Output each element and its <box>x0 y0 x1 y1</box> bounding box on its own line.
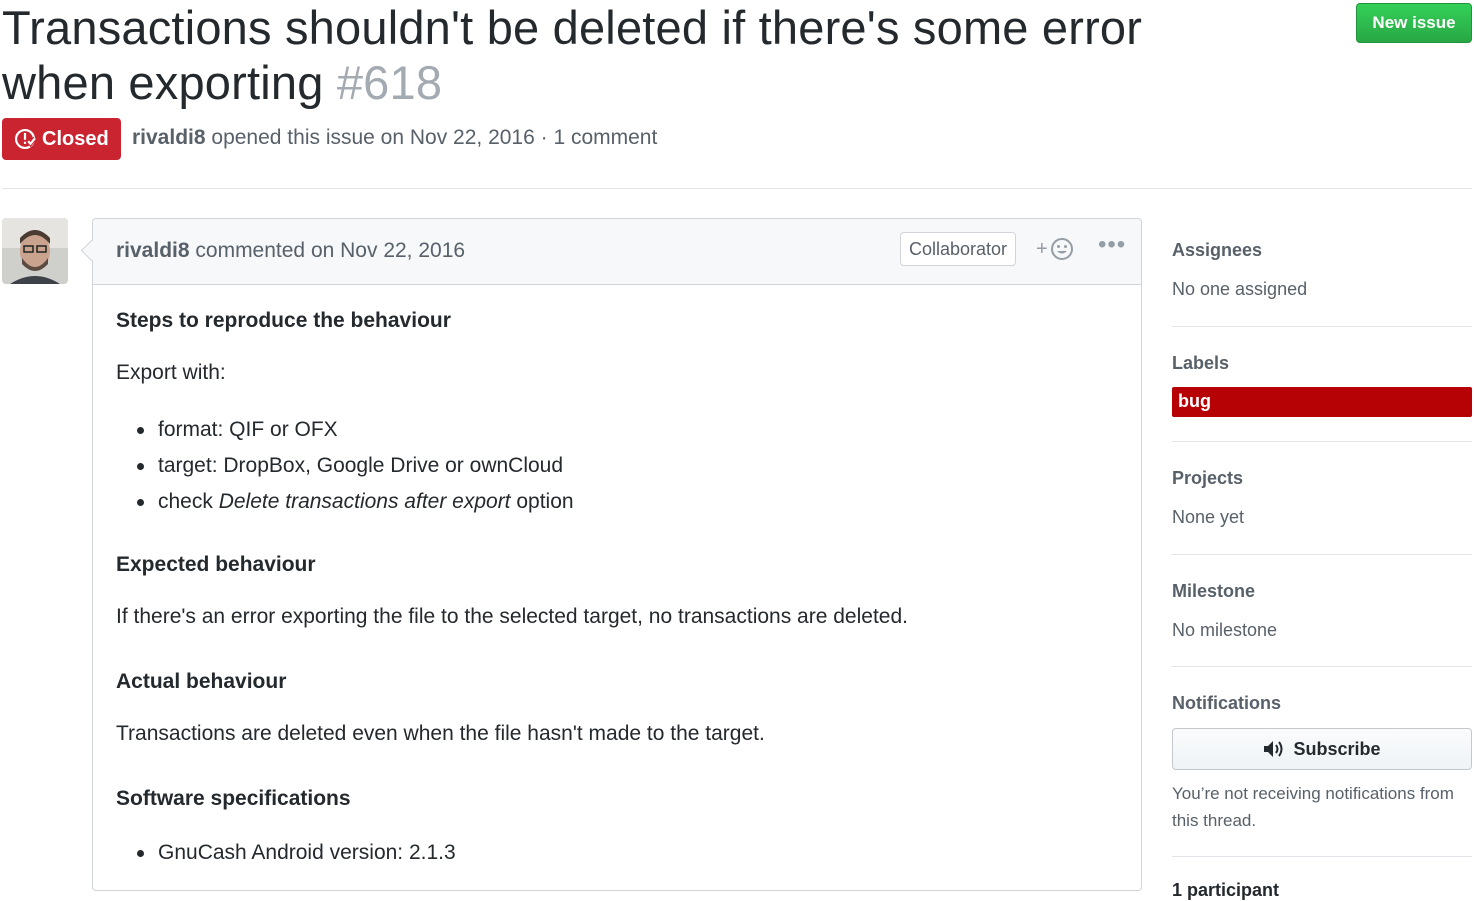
list-item-text: target: DropBox, Google Drive or ownClou… <box>158 454 564 477</box>
steps-heading: Steps to reproduce the behaviour <box>116 309 451 332</box>
collaborator-badge: Collaborator <box>900 232 1017 266</box>
participants-section: 1 participant <box>1172 880 1472 901</box>
comment: rivaldi8 commented on Nov 22, 2016 Colla… <box>92 218 1142 891</box>
header-divider <box>2 188 1472 189</box>
comment-header: rivaldi8 commented on Nov 22, 2016 Colla… <box>93 219 1141 285</box>
issue-opened-text: opened this issue on Nov 22, 2016 · 1 co… <box>211 126 658 149</box>
assignees-section: Assignees No one assigned <box>1172 240 1472 300</box>
comment-author-link[interactable]: rivaldi8 <box>116 239 190 262</box>
expected-heading: Expected behaviour <box>116 553 316 576</box>
issue-number: #618 <box>336 56 443 109</box>
export-with-text: Export with: <box>116 361 226 384</box>
software-list: GnuCash Android version: 2.1.3 <box>116 835 456 871</box>
notifications-note: You’re not receiving notifications from … <box>1172 784 1454 830</box>
milestone-heading[interactable]: Milestone <box>1172 581 1472 602</box>
issue-author-link[interactable]: rivaldi8 <box>132 126 206 149</box>
issue-title: Transactions shouldn't be deleted if the… <box>2 0 1202 110</box>
projects-value: None yet <box>1172 507 1245 527</box>
list-item-prefix: check <box>158 490 219 513</box>
steps-list: format: QIF or OFX target: DropBox, Goog… <box>116 412 574 520</box>
projects-section: Projects None yet <box>1172 468 1472 528</box>
subscribe-button[interactable]: Subscribe <box>1172 728 1472 770</box>
status-label: Closed <box>42 127 109 150</box>
notifications-heading: Notifications <box>1172 693 1282 713</box>
assignees-heading[interactable]: Assignees <box>1172 240 1472 261</box>
subscribe-label: Subscribe <box>1293 738 1381 759</box>
projects-heading[interactable]: Projects <box>1172 468 1472 489</box>
milestone-section: Milestone No milestone <box>1172 581 1472 641</box>
participants-heading: 1 participant <box>1172 880 1280 900</box>
labels-heading[interactable]: Labels <box>1172 353 1472 374</box>
comment-byline: rivaldi8 commented on Nov 22, 2016 <box>116 239 465 263</box>
software-heading: Software specifications <box>116 787 351 810</box>
more-options-icon[interactable]: ••• <box>1098 231 1126 259</box>
list-item-emphasis: Delete transactions after export <box>218 490 511 513</box>
milestone-value: No milestone <box>1172 620 1278 640</box>
unmute-icon <box>1264 741 1283 757</box>
list-item: GnuCash Android version: 2.1.3 <box>116 835 456 871</box>
notifications-section: Notifications Subscribe You’re not recei… <box>1172 693 1472 834</box>
issue-title-text: Transactions shouldn't be deleted if the… <box>2 1 1143 109</box>
labels-section: Labels bug <box>1172 353 1472 417</box>
status-badge: Closed <box>2 118 121 160</box>
list-item-suffix: option <box>510 490 574 513</box>
expected-text: If there's an error exporting the file t… <box>116 605 908 628</box>
issue-closed-icon <box>14 128 36 150</box>
sidebar-divider <box>1172 441 1472 442</box>
list-item-text: GnuCash Android version: 2.1.3 <box>158 841 456 864</box>
list-item: target: DropBox, Google Drive or ownClou… <box>116 448 574 484</box>
avatar-image <box>2 218 68 284</box>
plus-icon: + <box>1036 237 1048 260</box>
list-item: check Delete transactions after export o… <box>116 484 574 520</box>
add-reaction-button[interactable]: + <box>1036 237 1074 261</box>
smiley-icon <box>1050 238 1073 260</box>
avatar[interactable] <box>2 218 68 284</box>
actual-text: Transactions are deleted even when the f… <box>116 722 765 745</box>
list-item: format: QIF or OFX <box>116 412 574 448</box>
label-bug[interactable]: bug <box>1172 387 1472 417</box>
sidebar-divider <box>1172 856 1472 857</box>
new-issue-button[interactable]: New issue <box>1356 3 1472 43</box>
comment-timestamp[interactable]: commented on Nov 22, 2016 <box>195 239 465 262</box>
sidebar-divider <box>1172 554 1472 555</box>
sidebar-divider <box>1172 326 1472 327</box>
assignees-value: No one assigned <box>1172 279 1308 299</box>
sidebar-divider <box>1172 666 1472 667</box>
actual-heading: Actual behaviour <box>116 670 287 693</box>
issue-meta: rivaldi8 opened this issue on Nov 22, 20… <box>132 126 657 150</box>
list-item-text: format: QIF or OFX <box>158 418 338 441</box>
